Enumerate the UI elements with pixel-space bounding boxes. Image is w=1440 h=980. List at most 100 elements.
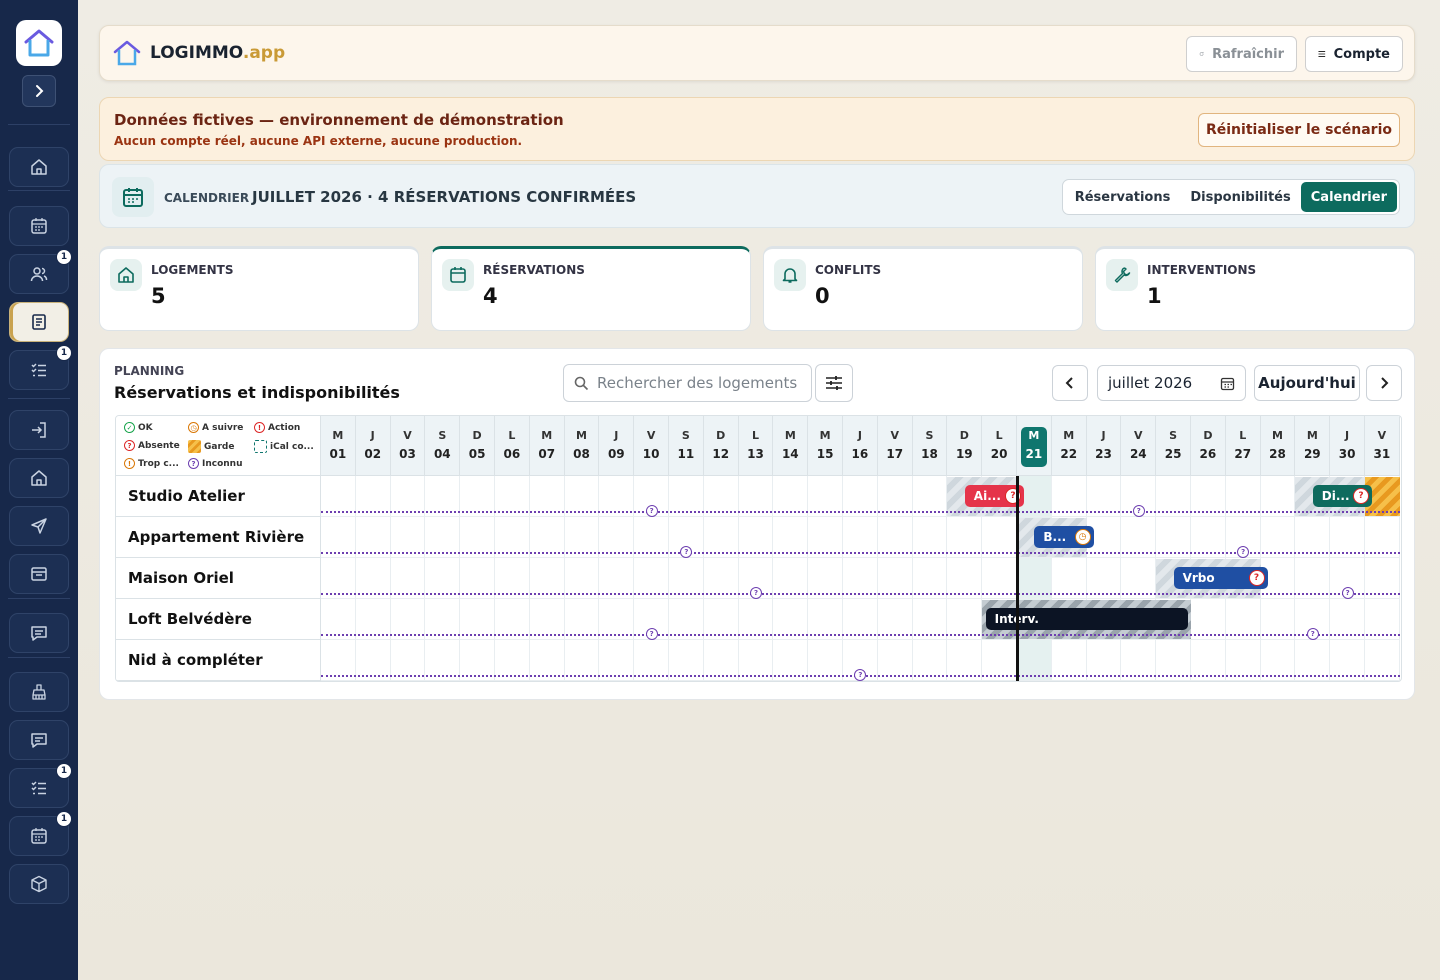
day-header[interactable]: J 23	[1086, 416, 1122, 476]
sidebar-item-calendar-2[interactable]	[9, 206, 69, 246]
day-header[interactable]: V 10	[634, 416, 669, 476]
day-header[interactable]: M 22	[1051, 416, 1087, 476]
sidebar-item-box-15[interactable]	[9, 864, 69, 904]
brand-name: LOGIMMO	[150, 43, 243, 63]
reset-scenario-button[interactable]: Réinitialiser le scénario	[1197, 113, 1400, 147]
sidebar-badge: 1	[56, 811, 72, 827]
day-header[interactable]: L 20	[982, 416, 1017, 476]
unknown-status-icon[interactable]: ?	[1306, 628, 1319, 640]
day-number: 14	[781, 447, 799, 461]
day-number: 07	[538, 447, 556, 461]
today-button[interactable]: Aujourd'hui	[1254, 365, 1360, 401]
day-header[interactable]: J 09	[599, 416, 635, 476]
day-letter: V	[403, 429, 412, 442]
day-letter: J	[1101, 429, 1106, 442]
legend-item-unknown: ? Inconnu	[188, 458, 243, 469]
property-row-label[interactable]: Nid à compléter	[116, 640, 321, 681]
day-header[interactable]: D 19	[947, 416, 983, 476]
unknown-status-icon[interactable]: ?	[1132, 505, 1145, 517]
refresh-button[interactable]: Rafraîchir	[1186, 36, 1297, 72]
house-logo-icon	[24, 29, 54, 57]
day-header[interactable]: M 07	[529, 416, 565, 476]
day-header-today[interactable]: M 21	[1017, 416, 1052, 476]
prev-month-button[interactable]	[1052, 365, 1088, 401]
kpi-conflits[interactable]: CONFLITS 0	[763, 246, 1083, 331]
day-header[interactable]: J 30	[1330, 416, 1365, 476]
day-header[interactable]: M 29	[1295, 416, 1331, 476]
day-header[interactable]: D 26	[1191, 416, 1226, 476]
sidebar-item-checklist-13[interactable]: 1	[9, 763, 72, 808]
day-header[interactable]: M 01	[321, 416, 356, 476]
month-picker[interactable]: juillet 2026	[1097, 365, 1246, 401]
day-number: 15	[816, 447, 834, 461]
day-header[interactable]: M 14	[773, 416, 809, 476]
sidebar-item-home-7[interactable]	[9, 458, 69, 498]
day-header[interactable]: L 06	[495, 416, 530, 476]
day-header[interactable]: M 08	[564, 416, 600, 476]
day-header[interactable]: M 28	[1260, 416, 1296, 476]
sidebar-item-document-4[interactable]	[9, 302, 69, 342]
sidebar-item-message-10[interactable]	[9, 613, 69, 653]
home-icon	[110, 259, 142, 291]
day-header[interactable]: S 11	[669, 416, 704, 476]
brand[interactable]: LOGIMMO.app	[112, 38, 285, 68]
tab-calendrier[interactable]: Calendrier	[1300, 182, 1397, 212]
inbox-icon	[31, 567, 47, 581]
day-header[interactable]: V 03	[390, 416, 426, 476]
next-month-button[interactable]	[1366, 365, 1402, 401]
day-header[interactable]: S 25	[1156, 416, 1191, 476]
calendar-icon	[112, 177, 154, 217]
filter-button[interactable]	[815, 364, 853, 402]
sidebar-item-inbox-9[interactable]	[9, 554, 69, 594]
planning-label: PLANNING	[114, 364, 185, 378]
search-input[interactable]: Rechercher des logements	[563, 364, 812, 402]
day-header[interactable]: V 17	[877, 416, 913, 476]
sidebar-item-home-1[interactable]	[9, 147, 69, 187]
sidebar-item-checklist-5[interactable]: 1	[9, 345, 72, 390]
app-logo[interactable]	[16, 20, 62, 66]
day-letter: D	[716, 429, 726, 442]
unknown-status-icon[interactable]: ?	[1341, 587, 1354, 599]
day-header[interactable]: D 12	[703, 416, 739, 476]
property-row-label[interactable]: Appartement Rivière	[116, 517, 321, 558]
kpi-interventions[interactable]: INTERVENTIONS 1	[1095, 246, 1415, 331]
day-header[interactable]: S 04	[425, 416, 461, 476]
calendar-title: JUILLET 2026 · 4 RÉSERVATIONS CONFIRMÉES	[252, 188, 637, 206]
sidebar-expand-button[interactable]	[22, 75, 56, 107]
tab-disponibilites[interactable]: Disponibilités	[1180, 182, 1300, 212]
booking-label: B...	[1043, 530, 1067, 544]
unknown-status-icon[interactable]: ?	[645, 628, 658, 640]
property-row-label[interactable]: Studio Atelier	[116, 476, 321, 517]
day-header[interactable]: S 18	[912, 416, 948, 476]
day-number: 01	[329, 447, 347, 461]
sidebar-item-cleaning-11[interactable]	[9, 672, 69, 712]
kpi-reservations[interactable]: RÉSERVATIONS 4	[431, 246, 751, 331]
booking-bar[interactable]: Di...?	[1312, 485, 1372, 507]
day-header[interactable]: D 05	[460, 416, 495, 476]
day-header[interactable]: M 15	[808, 416, 843, 476]
account-button[interactable]: Compte	[1305, 36, 1403, 72]
kpi-logements[interactable]: LOGEMENTS 5	[99, 246, 419, 331]
day-letter: V	[646, 429, 656, 442]
booking-bar[interactable]: B... ◷	[1034, 526, 1094, 548]
unknown-status-icon[interactable]: ?	[750, 587, 762, 599]
day-letter: M	[1063, 429, 1075, 442]
sidebar-item-login-6[interactable]	[9, 410, 69, 450]
day-header[interactable]: V 31	[1365, 416, 1400, 476]
property-row-label[interactable]: Loft Belvédère	[116, 599, 321, 640]
day-header[interactable]: L 27	[1225, 416, 1261, 476]
property-row-label[interactable]: Maison Oriel	[116, 558, 321, 599]
unknown-status-icon[interactable]: ?	[645, 505, 658, 517]
day-header[interactable]: J 02	[355, 416, 391, 476]
sidebar-item-chat-12[interactable]	[9, 720, 69, 760]
sidebar-item-users-3[interactable]: 1	[9, 249, 72, 294]
day-header[interactable]: V 24	[1121, 416, 1157, 476]
sidebar-item-send-8[interactable]	[9, 506, 69, 546]
day-header[interactable]: J 16	[843, 416, 878, 476]
tab-reservations[interactable]: Réservations	[1065, 182, 1181, 212]
day-number: 23	[1095, 447, 1112, 461]
day-header[interactable]: L 13	[738, 416, 774, 476]
booking-bar[interactable]: Vrbo?	[1173, 567, 1268, 589]
status-trop-icon: !	[124, 458, 135, 469]
sidebar-item-calendar-14[interactable]: 1	[9, 811, 72, 856]
